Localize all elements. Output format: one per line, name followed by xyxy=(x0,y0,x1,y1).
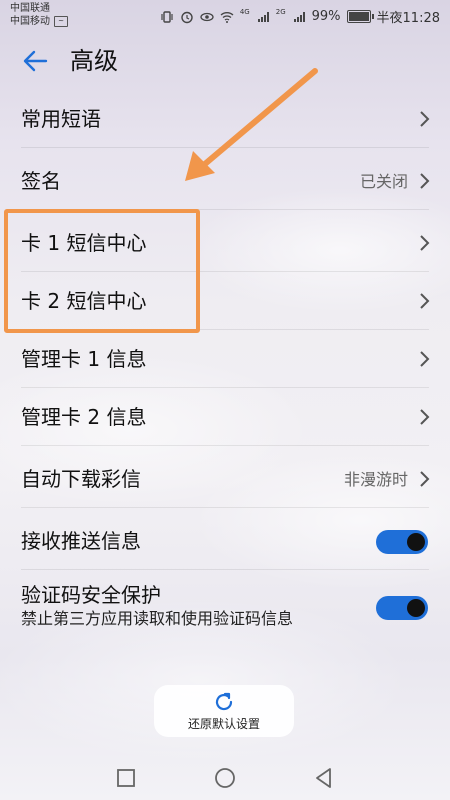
settings-item-manage-card1[interactable]: 管理卡 1 信息 xyxy=(0,330,450,388)
chevron-right-icon xyxy=(420,471,430,487)
app-header: 高级 xyxy=(0,40,450,84)
network-4g-label: 4G xyxy=(239,7,250,16)
status-icons: 4G 2G 99% 半夜11:28 xyxy=(160,7,440,26)
square-nav-icon[interactable] xyxy=(114,766,138,790)
settings-item-label: 管理卡 2 信息 xyxy=(21,405,147,429)
settings-item-common-phrases[interactable]: 常用短语 xyxy=(0,90,450,148)
page-title: 高级 xyxy=(70,47,118,75)
vibrate-icon xyxy=(161,10,173,23)
carrier-2: 中国移动 xyxy=(10,16,50,27)
clock: 半夜11:28 xyxy=(376,11,440,26)
navigation-bar xyxy=(0,758,450,800)
refresh-icon xyxy=(215,692,233,711)
settings-item-manage-card2[interactable]: 管理卡 2 信息 xyxy=(0,388,450,446)
activity-icon: ~ xyxy=(54,16,68,27)
settings-item-card1-sms-center[interactable]: 卡 1 短信中心 xyxy=(0,214,450,272)
settings-item-value: 已关闭 xyxy=(359,172,408,191)
settings-item-label: 签名 xyxy=(21,169,61,193)
battery-percent: 99% xyxy=(311,9,341,24)
triangle-back-nav-icon[interactable] xyxy=(312,766,336,790)
carrier-info: 中国联通 中国移动 ~ xyxy=(10,2,68,28)
settings-item-label: 自动下载彩信 xyxy=(21,467,141,491)
signal-icon-1 xyxy=(257,11,269,22)
settings-item-signature[interactable]: 签名 已关闭 xyxy=(0,152,450,210)
settings-item-verification-protection: 验证码安全保护 禁止第三方应用读取和使用验证码信息 xyxy=(0,570,450,640)
settings-item-receive-push: 接收推送信息 xyxy=(0,512,450,570)
settings-item-label: 管理卡 1 信息 xyxy=(21,347,147,371)
back-arrow-icon[interactable] xyxy=(20,46,50,76)
settings-item-label: 卡 2 短信中心 xyxy=(21,289,147,313)
receive-push-toggle[interactable] xyxy=(376,530,428,554)
status-bar: 中国联通 中国移动 ~ 4G 2G 99% 半夜11:28 xyxy=(0,0,450,32)
chevron-right-icon xyxy=(420,293,430,309)
settings-item-label: 接收推送信息 xyxy=(21,529,141,553)
divider xyxy=(21,209,429,210)
settings-item-label: 验证码安全保护 xyxy=(21,583,161,607)
network-2g-label: 2G xyxy=(275,7,286,16)
toggle-knob xyxy=(407,599,425,617)
signal-icon-2 xyxy=(293,11,305,22)
chevron-right-icon xyxy=(420,173,430,189)
settings-item-auto-download-mms[interactable]: 自动下载彩信 非漫游时 xyxy=(0,450,450,508)
verification-protection-toggle[interactable] xyxy=(376,596,428,620)
settings-item-value: 非漫游时 xyxy=(343,470,408,489)
circle-nav-icon[interactable] xyxy=(213,766,237,790)
restore-default-button[interactable]: 还原默认设置 xyxy=(154,685,294,737)
settings-item-label: 卡 1 短信中心 xyxy=(21,231,147,255)
restore-default-label: 还原默认设置 xyxy=(187,717,260,731)
wifi-icon xyxy=(220,11,234,23)
toggle-knob xyxy=(407,533,425,551)
divider xyxy=(21,445,429,446)
carrier-1: 中国联通 xyxy=(10,3,50,14)
settings-item-card2-sms-center[interactable]: 卡 2 短信中心 xyxy=(0,272,450,330)
settings-item-sublabel: 禁止第三方应用读取和使用验证码信息 xyxy=(21,609,294,628)
settings-item-label: 常用短语 xyxy=(21,107,101,131)
divider xyxy=(21,147,429,148)
chevron-right-icon xyxy=(420,111,430,127)
chevron-right-icon xyxy=(420,351,430,367)
eye-icon xyxy=(200,12,214,21)
alarm-icon xyxy=(181,11,193,23)
battery-icon xyxy=(346,10,374,23)
chevron-right-icon xyxy=(420,235,430,251)
chevron-right-icon xyxy=(420,409,430,425)
divider xyxy=(21,507,429,508)
